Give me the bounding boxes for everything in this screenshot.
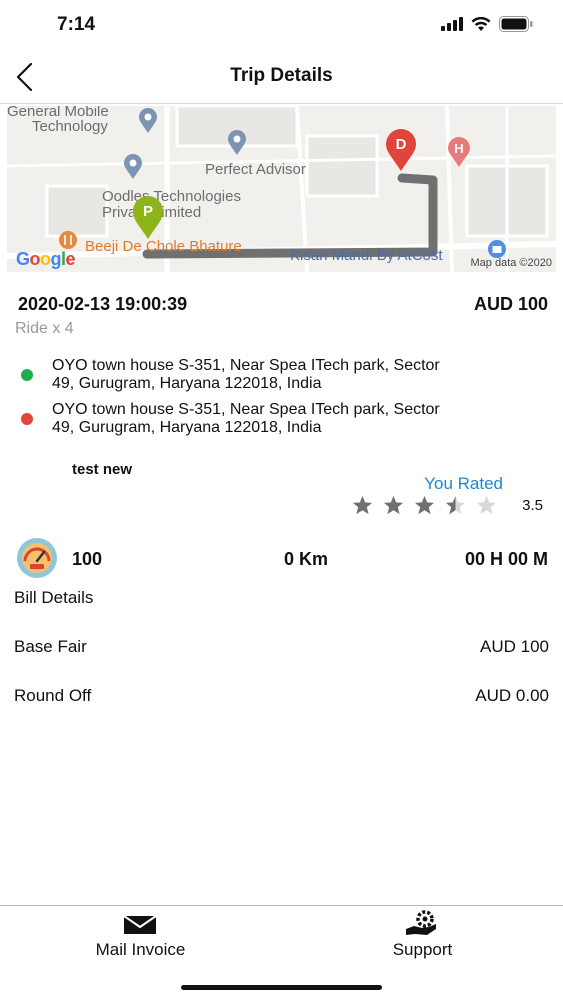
- map-attribution: Map data ©2020: [470, 257, 553, 269]
- hospital-marker-icon: H: [448, 137, 470, 167]
- pickup-address-line: 49, Gurugram, Haryana 122018, India: [52, 375, 322, 392]
- mail-invoice-label: Mail Invoice: [95, 940, 186, 959]
- shop-marker-icon: [488, 240, 506, 258]
- pickup-address: OYO town house S-351, Near Spea ITech pa…: [52, 357, 532, 393]
- you-rated-label: You Rated: [424, 474, 503, 493]
- google-logo: Google: [16, 249, 76, 269]
- star-icon: [414, 495, 435, 515]
- nav-bar: Trip Details: [0, 50, 563, 104]
- support-button[interactable]: Support: [282, 906, 563, 976]
- svg-text:H: H: [454, 141, 463, 156]
- ride-type: Ride x 4: [15, 320, 74, 337]
- status-time: 7:14: [57, 14, 96, 35]
- trip-duration: 00 H 00 M: [464, 549, 548, 569]
- drop-address-line: 49, Gurugram, Haryana 122018, India: [52, 419, 322, 436]
- status-icons: [441, 16, 533, 32]
- wifi-icon: [471, 16, 491, 31]
- bill-details-title: Bill Details: [14, 588, 94, 607]
- rating-stars: [352, 495, 497, 515]
- round-off-label: Round Off: [14, 686, 92, 705]
- support-label: Support: [392, 940, 453, 959]
- pickup-dot-icon: [21, 369, 33, 381]
- map-label: Technology: [32, 118, 108, 135]
- map-label: Oodles Technologies: [102, 188, 241, 205]
- drop-marker-icon[interactable]: D: [384, 128, 418, 172]
- base-fare-label: Base Fair: [14, 637, 87, 656]
- pickup-marker-icon[interactable]: P: [131, 194, 165, 240]
- place-marker-icon: [124, 154, 142, 179]
- trip-comment: test new: [72, 461, 133, 478]
- star-icon: [383, 495, 404, 515]
- speedometer-icon: [17, 538, 57, 578]
- map-label: Perfect Advisor: [205, 161, 306, 178]
- home-indicator: [181, 985, 382, 990]
- svg-text:P: P: [143, 203, 153, 220]
- signal-icon: [441, 17, 463, 31]
- support-icon: [406, 910, 436, 935]
- round-off-value: AUD 0.00: [475, 686, 549, 705]
- drop-address: OYO town house S-351, Near Spea ITech pa…: [52, 401, 532, 437]
- map-label: Beeji De Chole Bhature: [85, 238, 242, 255]
- half-star-icon: [445, 495, 466, 515]
- battery-icon: [499, 16, 533, 32]
- star-icon: [476, 495, 497, 515]
- place-marker-icon: [139, 108, 157, 133]
- rating-value: 3.5: [522, 497, 543, 514]
- drop-address-line: OYO town house S-351, Near Spea ITech pa…: [52, 401, 440, 418]
- mail-icon: [123, 915, 157, 934]
- trip-stat-value: 100: [72, 549, 103, 569]
- base-fare-value: AUD 100: [480, 637, 549, 656]
- place-marker-icon: [228, 130, 246, 155]
- status-bar: 7:14: [0, 0, 563, 50]
- pickup-address-line: OYO town house S-351, Near Spea ITech pa…: [52, 357, 440, 374]
- route-map[interactable]: General Mobile Technology Perfect Adviso…: [7, 106, 556, 272]
- star-icon: [352, 495, 373, 515]
- mail-invoice-button[interactable]: Mail Invoice: [0, 906, 281, 976]
- drop-dot-icon: [21, 413, 33, 425]
- trip-distance: 0 Km: [284, 549, 329, 569]
- map-label: Kisan Mandi By AtCost: [290, 247, 443, 264]
- svg-text:D: D: [396, 136, 407, 153]
- page-title: Trip Details: [230, 65, 333, 86]
- trip-datetime: 2020-02-13 19:00:39: [18, 294, 188, 314]
- restaurant-marker-icon: [59, 231, 77, 249]
- trip-fare: AUD 100: [473, 294, 548, 314]
